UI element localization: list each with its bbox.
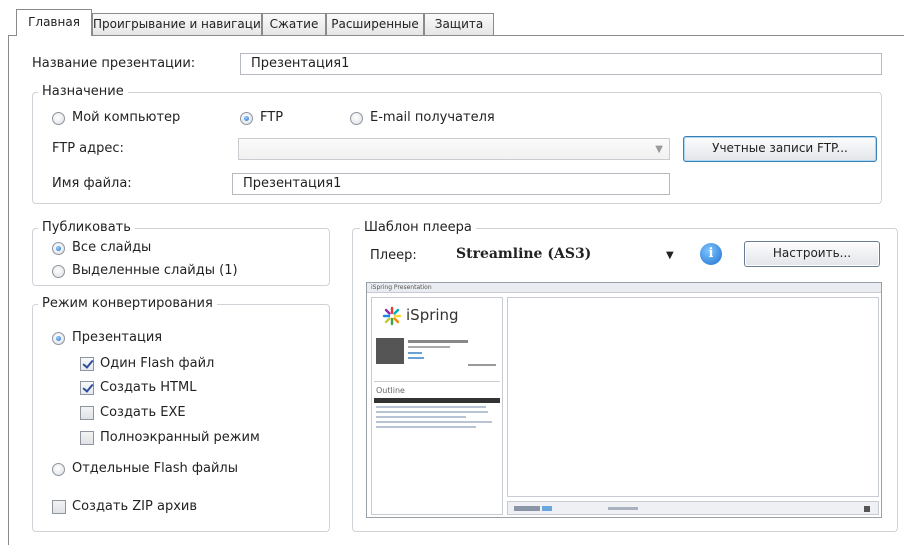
ftp-address-label: FTP адрес: (52, 141, 124, 156)
checkbox-single-flash-label[interactable]: Один Flash файл (100, 356, 214, 371)
tab-compression[interactable]: Сжатие (262, 13, 326, 35)
preview-text-line (408, 340, 468, 343)
radio-selected-slides-label[interactable]: Выделенные слайды (1) (72, 263, 238, 278)
convert-mode-legend: Режим конвертирования (38, 296, 217, 311)
tab-main[interactable]: Главная (16, 9, 92, 36)
radio-selected-slides[interactable] (52, 265, 65, 278)
preview-outline-line (376, 416, 466, 418)
player-label: Плеер: (370, 248, 417, 263)
preview-playback-controls (514, 506, 540, 511)
ispring-logo-icon (382, 306, 402, 326)
preview-outline-line (376, 421, 492, 423)
filename-label: Имя файла: (52, 176, 132, 191)
preview-sidebar: iSpring Outline (371, 297, 503, 515)
preview-playback-bar (507, 501, 879, 515)
player-select[interactable]: Streamline (AS3) (456, 246, 591, 262)
preview-text-line (408, 346, 450, 348)
preview-link-line (408, 352, 422, 354)
radio-ftp-label[interactable]: FTP (260, 110, 283, 125)
checkbox-create-html-label[interactable]: Создать HTML (100, 380, 196, 395)
ftp-address-combo[interactable]: ▼ (238, 138, 670, 160)
ftp-accounts-button[interactable]: Учетные записи FTP... (683, 136, 877, 162)
chevron-down-icon: ▼ (655, 144, 663, 155)
checkbox-create-exe-label[interactable]: Создать EXE (100, 405, 186, 420)
player-template-legend: Шаблон плеера (360, 220, 476, 235)
radio-separate-flash[interactable] (52, 463, 65, 476)
preview-outline-line (376, 406, 486, 408)
preview-outline-line (376, 411, 488, 413)
preview-time-line (608, 507, 638, 510)
checkbox-create-exe[interactable] (80, 406, 94, 420)
checkbox-create-html[interactable] (80, 381, 94, 395)
preview-link-line (408, 357, 424, 359)
configure-player-button[interactable]: Настроить... (744, 241, 880, 267)
checkbox-fullscreen-label[interactable]: Полноэкранный режим (100, 430, 260, 445)
preview-window-title: iSpring Presentation (367, 283, 881, 293)
checkbox-single-flash[interactable] (80, 357, 94, 371)
radio-my-computer-label[interactable]: Мой компьютер (72, 110, 180, 125)
radio-email-label[interactable]: E-mail получателя (370, 110, 495, 125)
preview-outline-line (376, 426, 476, 428)
player-select-chevron-down-icon[interactable]: ▼ (666, 250, 674, 261)
tab-advanced[interactable]: Расширенные (326, 13, 424, 35)
radio-all-slides-label[interactable]: Все слайды (72, 240, 151, 255)
player-preview: iSpring Presentation iSpring Outline (366, 282, 882, 518)
preview-sidebar-tabs (374, 372, 500, 382)
radio-ftp[interactable] (240, 112, 253, 125)
publish-legend: Публиковать (38, 220, 135, 235)
preview-logo-text: iSpring (406, 306, 459, 324)
checkbox-zip-archive[interactable] (52, 500, 66, 514)
info-icon[interactable]: i (700, 243, 722, 265)
radio-email[interactable] (350, 112, 363, 125)
presentation-name-label: Название презентации: (32, 56, 196, 71)
tab-playback-navigation[interactable]: Проигрывание и навигация (92, 13, 268, 35)
preview-fullscreen-icon (864, 506, 870, 512)
preview-presenter-photo (376, 338, 404, 364)
radio-presentation-label[interactable]: Презентация (72, 330, 162, 345)
preview-slide-area (507, 297, 879, 497)
filename-input[interactable]: Презентация1 (232, 173, 670, 195)
preview-progress-icon (542, 506, 552, 511)
preview-outline-title: Outline (376, 386, 405, 395)
radio-separate-flash-label[interactable]: Отдельные Flash файлы (72, 461, 238, 476)
checkbox-zip-archive-label[interactable]: Создать ZIP архив (72, 499, 197, 514)
checkbox-fullscreen[interactable] (80, 431, 94, 445)
radio-presentation[interactable] (52, 332, 65, 345)
destination-legend: Назначение (38, 84, 128, 99)
radio-my-computer[interactable] (52, 112, 65, 125)
presentation-name-input[interactable]: Презентация1 (240, 53, 882, 75)
radio-all-slides[interactable] (52, 242, 65, 255)
preview-text-line (468, 364, 496, 366)
tab-protection[interactable]: Защита (424, 13, 494, 35)
preview-outline-selected (374, 398, 500, 403)
